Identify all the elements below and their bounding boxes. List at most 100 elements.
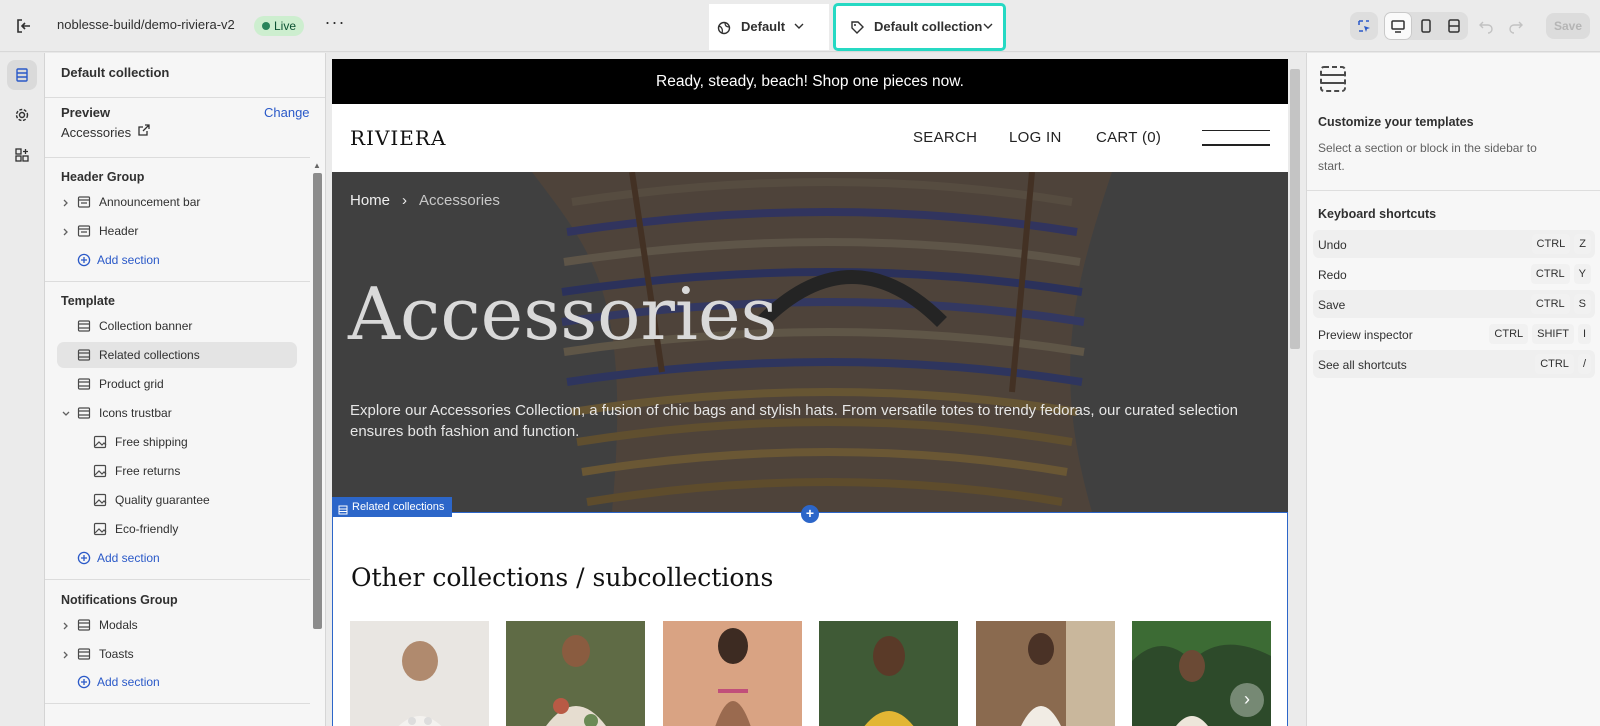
key-badge: Y — [1573, 264, 1591, 284]
chevron-right-icon[interactable] — [61, 648, 71, 663]
sidebar-scrollbar[interactable]: ▲ — [311, 159, 323, 629]
collection-card-image — [506, 621, 645, 726]
store-name: noblesse-build/demo-riviera-v2 — [57, 17, 235, 32]
nav-login-link[interactable]: LOG IN — [1009, 129, 1062, 146]
section-icon — [77, 195, 91, 212]
fullscreen-view-button[interactable] — [1440, 12, 1468, 40]
notifications-group-title: Notifications Group — [61, 593, 178, 607]
preview-canvas: Ready, steady, beach! Shop one pieces no… — [326, 53, 1306, 726]
nav-cart-link[interactable]: CART (0) — [1096, 129, 1161, 146]
sidebar-item-label: Free returns — [115, 464, 181, 478]
template-selector[interactable]: Default collection — [833, 3, 1006, 51]
chevron-down-icon[interactable] — [61, 407, 71, 422]
settings-gear-icon[interactable] — [7, 100, 37, 130]
theme-selector[interactable]: Default — [709, 4, 829, 50]
chevron-right-icon[interactable] — [61, 196, 71, 211]
exit-icon[interactable] — [14, 16, 34, 36]
sidebar-item-eco-friendly[interactable]: Eco-friendly — [57, 516, 297, 542]
insert-section-button[interactable]: + — [801, 505, 819, 523]
save-button[interactable]: Save — [1546, 13, 1590, 39]
top-bar: noblesse-build/demo-riviera-v2 Live ··· … — [0, 0, 1600, 52]
image-block-icon — [93, 435, 107, 452]
redo-icon[interactable] — [1508, 18, 1524, 37]
desktop-view-button[interactable] — [1384, 12, 1412, 40]
mobile-view-button[interactable] — [1412, 12, 1440, 40]
shortcut-row-see-all[interactable]: See all shortcuts CTRL / — [1313, 350, 1595, 378]
divider — [45, 157, 310, 158]
shortcut-row-undo: Undo CTRL Z — [1313, 230, 1595, 258]
sidebar-item-label: Modals — [99, 618, 138, 632]
collection-card[interactable] — [506, 621, 645, 726]
related-collections-section[interactable]: Other collections / subcollections › — [332, 512, 1288, 726]
carousel-next-button[interactable]: › — [1230, 683, 1264, 717]
key-badge: / — [1577, 354, 1591, 374]
collection-card[interactable] — [819, 621, 958, 726]
sidebar-item-free-shipping[interactable]: Free shipping — [57, 429, 297, 455]
store-logo[interactable]: RIVIERA — [350, 126, 446, 150]
section-icon — [77, 224, 91, 241]
nav-search-link[interactable]: SEARCH — [913, 129, 977, 146]
selected-section-tag: Related collections — [332, 497, 453, 517]
sidebar-item-related-collections[interactable]: Related collections — [57, 342, 297, 368]
scrollbar-thumb[interactable] — [313, 173, 322, 629]
header-group-title: Header Group — [61, 170, 145, 184]
panel-description: Select a section or block in the sidebar… — [1318, 141, 1537, 173]
section-icon — [77, 618, 91, 635]
breadcrumb-home-link[interactable]: Home — [350, 192, 390, 209]
sections-icon[interactable] — [7, 60, 37, 90]
key-badge: S — [1573, 294, 1591, 314]
sidebar-item-free-returns[interactable]: Free returns — [57, 458, 297, 484]
collection-banner[interactable]: Home › Accessories Accessories Explore our… — [332, 172, 1288, 512]
inspector-toggle-button[interactable] — [1350, 12, 1378, 40]
divider — [45, 281, 310, 282]
preview-scrollbar[interactable] — [1290, 69, 1300, 349]
apps-icon[interactable] — [7, 140, 37, 170]
external-link-icon[interactable] — [138, 124, 150, 139]
divider — [45, 703, 310, 704]
scroll-up-icon[interactable]: ▲ — [313, 161, 321, 170]
breadcrumb: Home › Accessories — [350, 192, 500, 209]
sidebar-item-label: Related collections — [99, 348, 200, 362]
collection-card-image — [976, 621, 1115, 726]
sidebar-item-product-grid[interactable]: Product grid — [57, 371, 297, 397]
chevron-right-icon[interactable] — [61, 225, 71, 240]
more-actions-button[interactable]: ··· — [324, 13, 346, 36]
shortcut-name: Preview inspector — [1318, 328, 1413, 342]
key-badge: CTRL — [1535, 354, 1574, 374]
collection-card[interactable] — [976, 621, 1115, 726]
sidebar-item-icons-trustbar[interactable]: Icons trustbar — [57, 400, 297, 426]
key-badge: CTRL — [1489, 324, 1529, 344]
sidebar-item-label: Quality guarantee — [115, 493, 210, 507]
collection-card[interactable] — [663, 621, 802, 726]
section-icon — [338, 502, 348, 522]
plus-circle-icon — [77, 675, 91, 692]
section-icon — [77, 377, 91, 394]
change-preview-link[interactable]: Change — [264, 105, 310, 120]
sidebar-item-modals[interactable]: Modals — [57, 612, 297, 638]
inspector-toggle-group — [1350, 12, 1378, 40]
template-sections-icon — [1319, 65, 1347, 96]
undo-icon[interactable] — [1478, 18, 1494, 37]
sidebar-item-label: Header — [99, 224, 139, 238]
image-block-icon — [93, 493, 107, 510]
key-badge: CTRL — [1530, 294, 1570, 314]
shortcut-row-redo: Redo CTRL Y — [1313, 260, 1595, 288]
announcement-bar[interactable]: Ready, steady, beach! Shop one pieces no… — [332, 59, 1288, 104]
sidebar-item-header[interactable]: Header — [57, 218, 297, 244]
sidebar-item-quality-guarantee[interactable]: Quality guarantee — [57, 487, 297, 513]
shortcut-row-save: Save CTRL S — [1313, 290, 1595, 318]
viewport-switcher — [1384, 12, 1468, 40]
sidebar-item-announcement-bar[interactable]: Announcement bar — [57, 189, 297, 215]
chevron-down-icon — [982, 20, 994, 35]
template-selector-label: Default collection — [874, 19, 983, 34]
sidebar-item-label: Icons trustbar — [99, 406, 172, 420]
collection-card[interactable] — [350, 621, 489, 726]
menu-icon[interactable] — [1202, 130, 1270, 146]
sidebar-item-toasts[interactable]: Toasts — [57, 641, 297, 667]
divider — [45, 97, 325, 98]
panel-title: Customize your templates — [1318, 115, 1474, 129]
globe-icon — [717, 21, 731, 38]
add-section-label: Add section — [97, 551, 160, 565]
sidebar-item-collection-banner[interactable]: Collection banner — [57, 313, 297, 339]
chevron-right-icon[interactable] — [61, 619, 71, 634]
